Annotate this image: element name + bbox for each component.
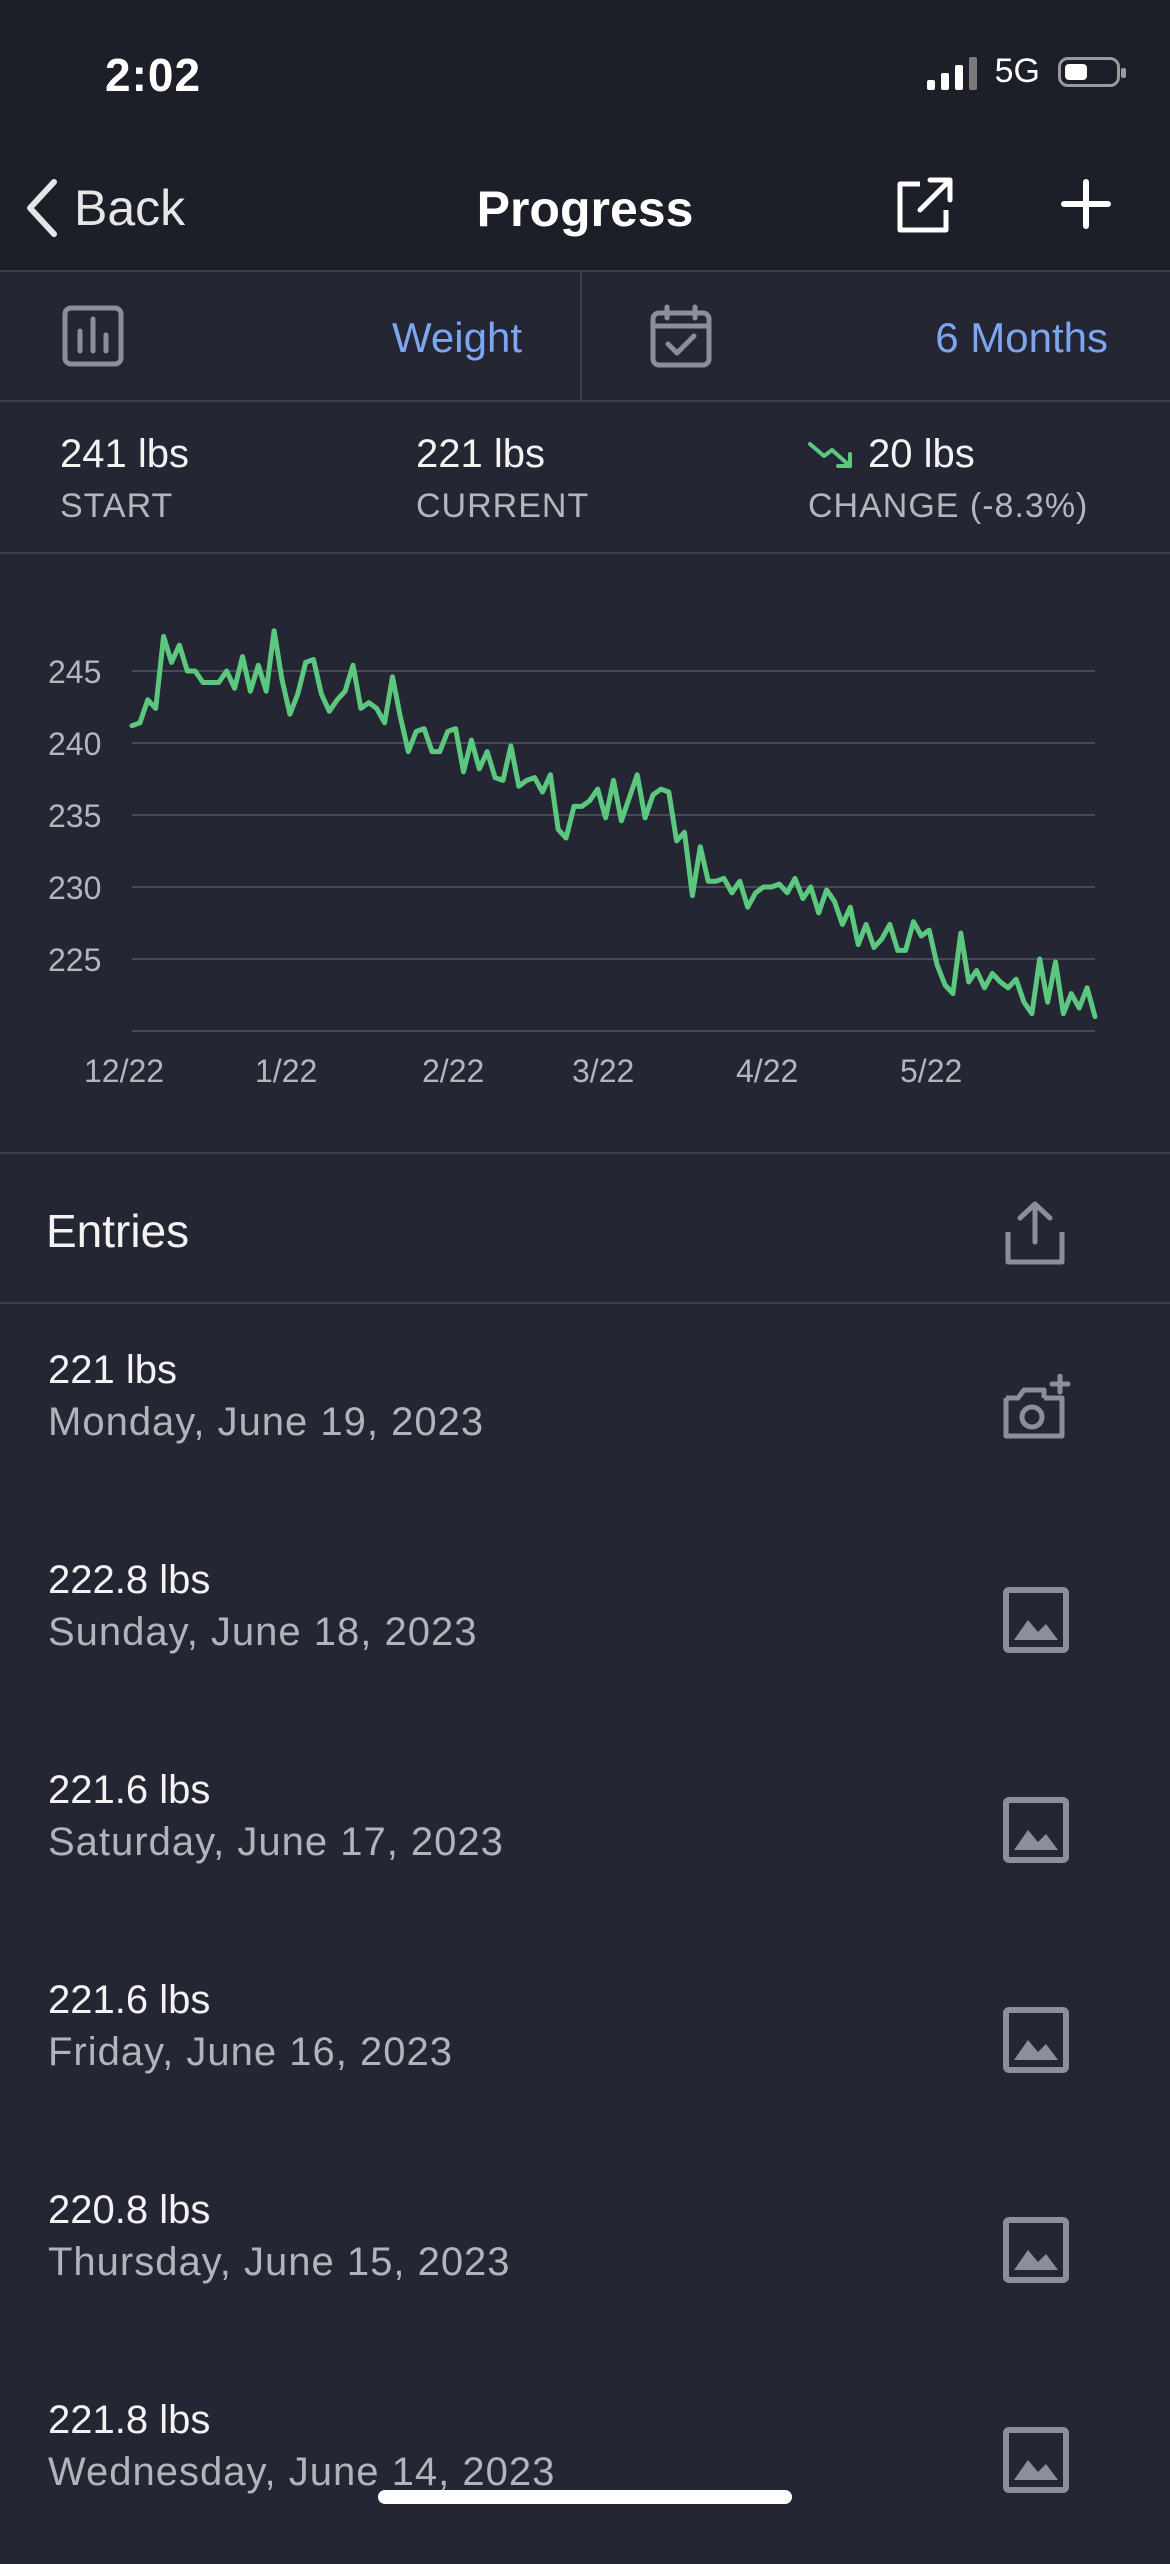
entry-weight: 220.8 lbs xyxy=(48,2188,210,2233)
photo-button[interactable] xyxy=(1000,1794,1072,1871)
status-time: 2:02 xyxy=(105,48,201,102)
stat-change-value-row: 20 lbs xyxy=(808,432,1088,477)
x-tick-label: 5/22 xyxy=(900,1053,962,1089)
stats-row: 241 lbs START 221 lbs CURRENT 20 lbs CHA… xyxy=(0,402,1170,554)
entry-date: Wednesday, June 14, 2023 xyxy=(48,2450,555,2495)
plus-icon xyxy=(1058,172,1114,236)
stat-change-label: CHANGE (-8.3%) xyxy=(808,487,1088,526)
list-item[interactable]: 221.6 lbs Friday, June 16, 2023 xyxy=(0,1934,1170,2144)
bar-chart-icon xyxy=(62,305,124,367)
weight-chart: 225 230 235 240 245 12/22 1/22 2/22 3/22 4/22 5/22 xyxy=(0,554,1170,1154)
y-tick-label: 235 xyxy=(48,798,101,834)
add-photo-icon xyxy=(1000,1374,1072,1446)
stat-change-value: 20 lbs xyxy=(868,432,975,477)
entry-weight: 221.6 lbs xyxy=(48,1768,210,1813)
status-indicators: 5G xyxy=(927,52,1120,91)
y-tick-label: 230 xyxy=(48,870,101,906)
calendar-check-icon xyxy=(650,304,712,368)
list-item[interactable]: 221.6 lbs Saturday, June 17, 2023 xyxy=(0,1724,1170,1934)
chart-svg: 225 230 235 240 245 12/22 1/22 2/22 3/22 4/22 5/22 xyxy=(0,554,1170,1154)
list-item[interactable]: 222.8 lbs Sunday, June 18, 2023 xyxy=(0,1514,1170,1724)
nav-bar: Back Progress xyxy=(0,150,1170,272)
photo-button[interactable] xyxy=(1000,2004,1072,2081)
x-tick-label: 1/22 xyxy=(255,1053,317,1089)
status-bar: 2:02 5G xyxy=(0,0,1170,150)
image-icon xyxy=(1000,1794,1072,1866)
image-icon xyxy=(1000,2004,1072,2076)
y-tick-label: 245 xyxy=(48,654,101,690)
stat-start-label: START xyxy=(60,487,189,526)
image-icon xyxy=(1000,2214,1072,2286)
photo-button[interactable] xyxy=(1000,2424,1072,2501)
export-button[interactable] xyxy=(892,174,956,243)
y-tick-label: 240 xyxy=(48,726,101,762)
stat-start: 241 lbs START xyxy=(60,432,189,526)
image-icon xyxy=(1000,2424,1072,2496)
selector-bar: Weight 6 Months xyxy=(0,272,1170,402)
share-icon xyxy=(1000,1198,1070,1268)
entry-date: Thursday, June 15, 2023 xyxy=(48,2240,511,2285)
range-selector[interactable]: 6 Months xyxy=(582,272,1170,400)
page-title: Progress xyxy=(0,180,1170,238)
metric-value: Weight xyxy=(392,314,522,362)
x-tick-label: 12/22 xyxy=(84,1053,164,1089)
stat-current-value: 221 lbs xyxy=(416,432,589,477)
entry-weight: 222.8 lbs xyxy=(48,1558,210,1603)
x-tick-label: 3/22 xyxy=(572,1053,634,1089)
x-tick-label: 2/22 xyxy=(422,1053,484,1089)
entry-weight: 221.8 lbs xyxy=(48,2398,210,2443)
stat-current-label: CURRENT xyxy=(416,487,589,526)
y-tick-label: 225 xyxy=(48,942,101,978)
entries-header: Entries xyxy=(0,1154,1170,1304)
entry-weight: 221 lbs xyxy=(48,1348,177,1393)
entry-date: Sunday, June 18, 2023 xyxy=(48,1610,477,1655)
list-item[interactable]: 220.8 lbs Thursday, June 15, 2023 xyxy=(0,2144,1170,2354)
photo-button[interactable] xyxy=(1000,1584,1072,1661)
home-indicator[interactable] xyxy=(378,2490,792,2504)
image-icon xyxy=(1000,1584,1072,1656)
stat-change: 20 lbs CHANGE (-8.3%) xyxy=(808,432,1088,526)
add-button[interactable] xyxy=(1058,172,1114,241)
network-label: 5G xyxy=(995,52,1040,91)
stat-start-value: 241 lbs xyxy=(60,432,189,477)
external-link-icon xyxy=(892,174,956,238)
range-value: 6 Months xyxy=(935,314,1108,362)
entry-date: Monday, June 19, 2023 xyxy=(48,1400,484,1445)
list-item[interactable]: 221 lbs Monday, June 19, 2023 xyxy=(0,1304,1170,1514)
list-item[interactable]: 221.8 lbs Wednesday, June 14, 2023 xyxy=(0,2354,1170,2564)
entries-title: Entries xyxy=(46,1204,189,1258)
metric-selector[interactable]: Weight xyxy=(0,272,582,400)
entry-date: Saturday, June 17, 2023 xyxy=(48,1820,504,1865)
add-photo-button[interactable] xyxy=(1000,1374,1072,1451)
trend-down-icon xyxy=(808,440,854,470)
battery-icon xyxy=(1058,57,1120,87)
photo-button[interactable] xyxy=(1000,2214,1072,2291)
entry-weight: 221.6 lbs xyxy=(48,1978,210,2023)
stat-current: 221 lbs CURRENT xyxy=(416,432,589,526)
share-button[interactable] xyxy=(1000,1198,1070,1273)
x-tick-label: 4/22 xyxy=(736,1053,798,1089)
signal-icon xyxy=(927,54,977,90)
entry-date: Friday, June 16, 2023 xyxy=(48,2030,453,2075)
